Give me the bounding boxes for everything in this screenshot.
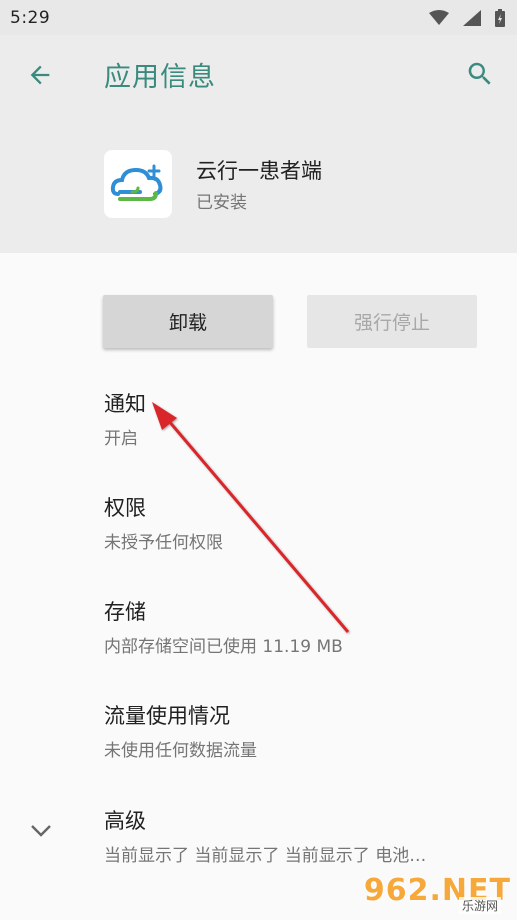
setting-title: 流量使用情况 [104,704,230,728]
cell-signal-icon [463,9,481,26]
search-button[interactable] [463,57,497,91]
wifi-icon [429,9,449,25]
status-bar: 5:29 [0,0,517,35]
search-icon [468,62,491,85]
setting-subtitle: 未授予任何权限 [104,533,223,553]
watermark-subtext: 乐游网 [458,897,501,914]
setting-title: 权限 [104,496,146,520]
app-info: 云行一患者端 已安装 [104,150,484,220]
action-buttons: 卸载 强行停止 [0,295,517,349]
app-header: 应用信息 云行一患者端 已安装 [0,35,517,253]
setting-subtitle: 内部存储空间已使用 11.19 MB [104,637,343,657]
setting-title: 高级 [104,809,146,833]
force-stop-button: 强行停止 [307,295,477,348]
setting-subtitle: 当前显示了 当前显示了 当前显示了 电池… [104,846,427,866]
setting-subtitle: 开启 [104,429,138,449]
setting-advanced[interactable]: 高级 当前显示了 当前显示了 当前显示了 电池… [104,805,504,866]
setting-storage[interactable]: 存储 内部存储空间已使用 11.19 MB [104,596,504,657]
status-time: 5:29 [10,7,51,28]
system-icons [429,8,505,27]
uninstall-button[interactable]: 卸载 [103,295,273,348]
back-arrow-icon [30,65,50,85]
toolbar: 应用信息 [0,35,517,115]
setting-title: 存储 [104,600,146,624]
setting-data-usage[interactable]: 流量使用情况 未使用任何数据流量 [104,700,504,761]
battery-charging-icon [495,8,505,27]
page-title: 应用信息 [104,62,216,93]
chevron-down-icon[interactable] [28,818,54,844]
app-name: 云行一患者端 [196,159,322,183]
cloud-logo-icon [110,164,163,201]
setting-title: 通知 [104,392,146,416]
app-install-status: 已安装 [196,193,247,213]
setting-subtitle: 未使用任何数据流量 [104,741,257,761]
back-button[interactable] [24,59,56,91]
app-icon [104,150,172,218]
setting-permissions[interactable]: 权限 未授予任何权限 [104,492,504,553]
watermark-logo: 962.NET 乐游网 [361,864,511,916]
setting-notifications[interactable]: 通知 开启 [104,388,504,449]
